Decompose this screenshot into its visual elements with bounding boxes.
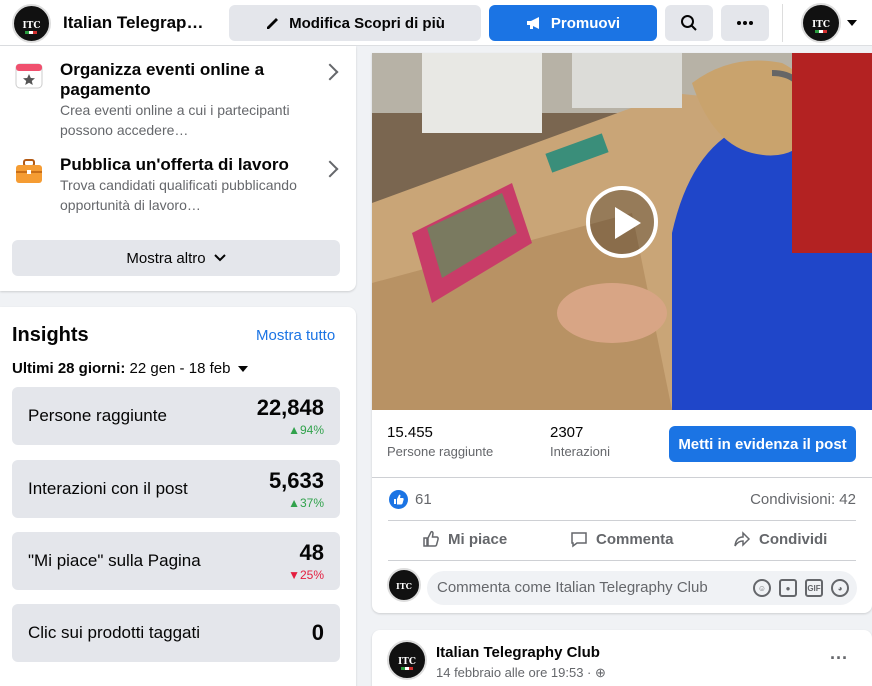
feature-title: Pubblica un'offerta di lavoro [60,155,289,174]
stat-value: 5,633 [268,468,324,493]
feature-desc: Trova candidati qualificati pubblicando … [60,177,297,213]
show-more-label: Mostra altro [126,249,206,267]
account-avatar[interactable]: ITC [801,3,841,43]
stat-change: ▲94% [288,423,324,437]
calendar-icon [14,60,44,90]
caret-down-icon [237,366,248,373]
post-more-button[interactable]: ··· [830,648,848,669]
briefcase-icon [14,155,44,185]
account-menu-caret-icon[interactable] [846,19,858,27]
see-all-link[interactable]: Mostra tutto [256,327,335,344]
divider [372,477,872,478]
stat-label: Persone raggiunte [28,406,167,425]
sticker-icon[interactable]: ◕ [831,579,849,597]
feature-online-events[interactable]: Organizza eventi online a pagamento Crea… [14,60,344,140]
interactions-value: 2307 [550,424,584,441]
thumbs-up-icon [423,530,439,547]
stat-value: 22,848 [256,395,324,420]
video-player[interactable] [372,53,872,410]
stat-label: Clic sui prodotti taggati [28,623,200,642]
globe-icon: ⊕ [595,665,606,680]
pencil-icon [267,18,279,29]
post-card: 15.455 Persone raggiunte 2307 Interazion… [372,53,872,613]
divider [388,560,856,561]
edit-button-label: Modifica Scopri di più [289,14,445,32]
topbar-divider [782,4,783,42]
share-button[interactable]: Condividi [733,530,827,548]
chevron-right-icon [321,63,339,81]
more-icon [737,21,753,25]
trend-up-icon: ▲ [288,496,300,510]
feature-title: Organizza eventi online a pagamento [60,60,265,99]
trend-down-icon: ▼ [288,568,300,582]
promote-button-label: Promuovi [550,14,621,32]
stat-people-reached[interactable]: Persone raggiunte 22,848 ▲94% [12,387,340,445]
top-bar: ITC Italian Telegraph… Modifica Scopri d… [0,0,872,46]
search-icon [681,15,697,31]
play-button[interactable] [586,186,658,258]
stat-page-likes[interactable]: "Mi piace" sulla Pagina 48 ▼25% [12,532,340,590]
stat-label: "Mi piace" sulla Pagina [28,551,201,570]
boost-post-button[interactable]: Metti in evidenza il post [669,426,856,462]
stat-post-interactions[interactable]: Interazioni con il post 5,633 ▲37% [12,460,340,518]
svg-text:ITC: ITC [398,657,416,667]
svg-text:ITC: ITC [22,21,40,31]
page-name[interactable]: Italian Telegraph… [63,13,213,33]
chevron-right-icon [321,160,339,178]
camera-icon[interactable]: ● [779,579,797,597]
trend-up-icon: ▲ [288,423,300,437]
stat-change: ▲37% [288,496,324,510]
period-selector[interactable]: Ultimi 28 giorni: 22 gen - 18 feb [12,360,248,377]
comment-label: Commenta [596,530,674,548]
post-author-name[interactable]: Italian Telegraphy Club [436,644,600,661]
insights-title: Insights [12,324,89,346]
promote-button[interactable]: Promuovi [489,5,657,41]
megaphone-icon [526,17,539,29]
like-reaction-icon[interactable] [389,490,408,509]
share-label: Condividi [759,530,828,548]
more-options-button[interactable] [721,5,769,41]
stat-value: 0 [311,620,324,645]
divider [388,520,856,521]
likes-count[interactable]: 61 [415,491,432,508]
stat-product-clicks[interactable]: Clic sui prodotti taggati 0 [12,604,340,662]
comment-icon [571,532,587,548]
period-value: 22 gen - 18 feb [125,360,231,377]
stat-change: ▼25% [288,568,324,582]
comment-placeholder: Commenta come Italian Telegraphy Club [437,579,708,596]
period-label: Ultimi 28 giorni: [12,360,126,377]
share-icon [734,531,751,547]
edit-learn-more-button[interactable]: Modifica Scopri di più [229,5,481,41]
show-more-button[interactable]: Mostra altro [12,240,340,276]
next-post-card: ITC Italian Telegraphy Club 14 febbraio … [372,630,872,686]
page-logo[interactable]: ITC [12,4,51,43]
gif-icon[interactable]: GIF [805,579,823,597]
reach-value: 15.455 [387,424,433,441]
comment-input[interactable]: Commenta come Italian Telegraphy Club ☺ … [427,571,857,605]
interactions-label: Interazioni [550,444,610,459]
feature-desc: Crea eventi online a cui i partecipanti … [60,102,290,138]
like-label: Mi piace [448,530,508,548]
feature-job-offer[interactable]: Pubblica un'offerta di lavoro Trova cand… [14,155,344,215]
svg-text:ITC: ITC [812,20,830,30]
shares-count[interactable]: Condivisioni: 42 [750,491,856,508]
stat-label: Interazioni con il post [28,479,188,498]
svg-text:ITC: ITC [396,581,412,591]
chevron-down-icon [213,254,226,262]
commenter-avatar[interactable]: ITC [387,568,421,602]
search-button[interactable] [665,5,713,41]
post-date[interactable]: 14 febbraio alle ore 19:53 · ⊕ [436,665,606,681]
stat-value: 48 [299,540,324,565]
emoji-icon[interactable]: ☺ [753,579,771,597]
like-button[interactable]: Mi piace [422,530,507,548]
comment-button[interactable]: Commenta [570,530,674,548]
post-author-avatar[interactable]: ITC [387,640,427,680]
reach-label: Persone raggiunte [387,444,494,459]
